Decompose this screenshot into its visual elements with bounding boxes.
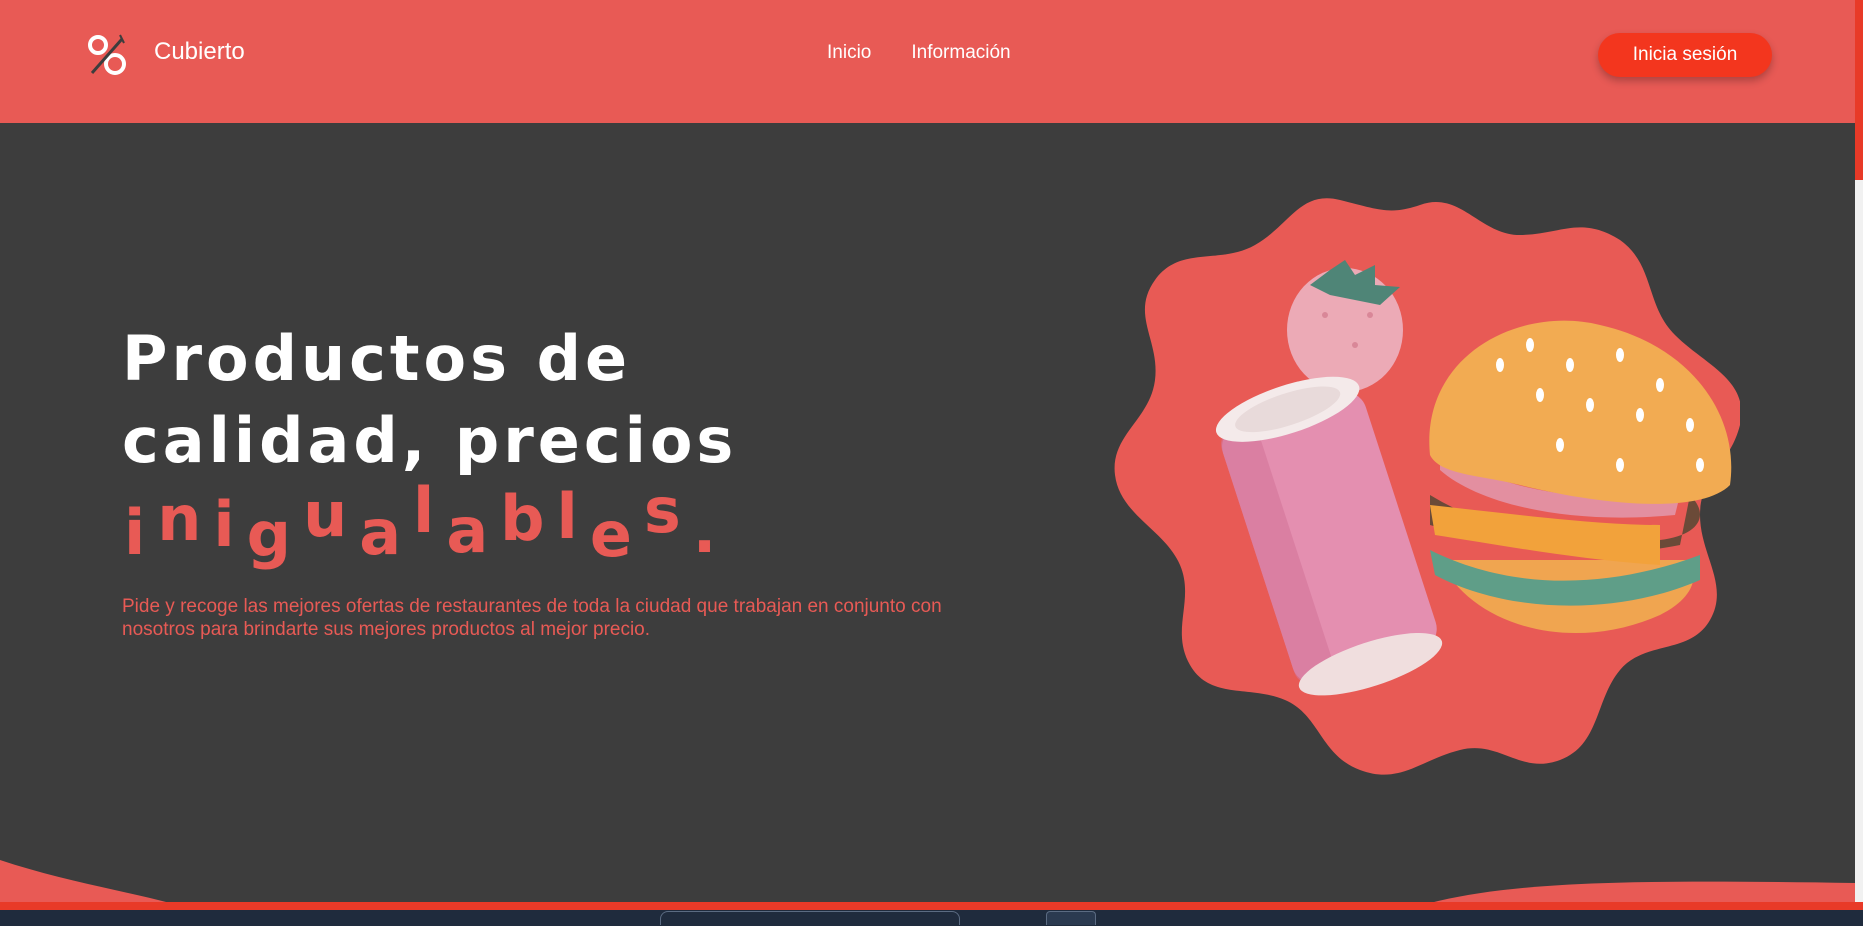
nav-links: Inicio Información [827,42,1011,64]
logo-icon[interactable] [86,33,130,77]
taskbar-search[interactable] [660,911,960,925]
page-scrollbar[interactable] [1855,0,1863,903]
hero-title-line-1: Productos de [122,322,632,395]
login-button[interactable]: Inicia sesión [1598,33,1772,77]
accent-letter: b [500,482,545,555]
accent-letter: a [359,496,402,569]
bottom-wave-decoration [0,860,1855,903]
hero-title: Productos de calidad, precios [122,318,737,482]
accent-letter: i [213,488,235,561]
landing-page: Cubierto Inicio Información Inicia sesió… [0,0,1855,903]
bottom-accent-bar [0,902,1863,910]
nav-link-inicio[interactable]: Inicio [827,42,871,64]
accent-letter: i [124,496,146,569]
navbar: Cubierto Inicio Información Inicia sesió… [0,0,1855,123]
accent-letter: l [413,474,435,547]
accent-letter: n [157,482,202,555]
accent-letter: a [446,494,489,567]
taskbar-app[interactable] [1046,911,1096,925]
hero-accent-word: i n i g u a l a b l e s . [124,474,728,567]
taskbar [0,910,1863,926]
accent-letter: g [246,498,292,571]
hero-title-line-2: calidad, precios [122,404,738,477]
scrollbar-thumb[interactable] [1855,0,1863,180]
accent-letter: . [692,494,717,567]
accent-letter: l [556,480,578,553]
accent-letter: u [303,478,348,551]
brand-name[interactable]: Cubierto [154,38,245,66]
hero-description: Pide y recoge las mejores ofertas de res… [122,596,942,640]
accent-letter: e [589,498,632,571]
burger-soda-strawberry-illustration [1114,198,1740,775]
nav-link-informacion[interactable]: Información [911,42,1010,64]
accent-letter: s [643,474,681,547]
